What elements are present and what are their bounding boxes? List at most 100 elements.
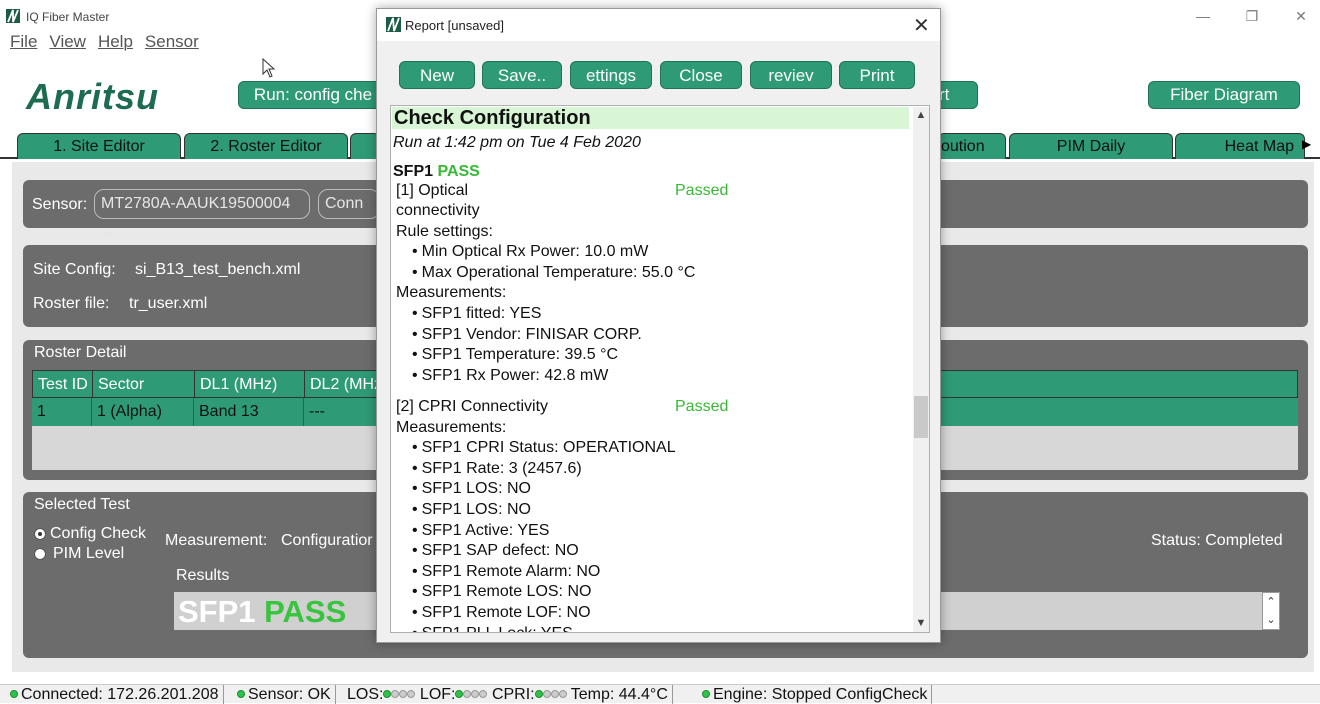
menu-help[interactable]: Help xyxy=(98,32,133,51)
col-test-id[interactable]: Test ID xyxy=(33,371,93,398)
sensor-led-icon xyxy=(237,690,245,698)
results-label: Results xyxy=(176,567,230,584)
dialog-title: Report [unsaved] xyxy=(405,18,505,33)
roster-file-label: Roster file: xyxy=(33,295,110,312)
measurements2-label: Measurements: xyxy=(396,419,507,436)
print-button[interactable]: Print xyxy=(839,61,915,89)
menu-sensor[interactable]: Sensor xyxy=(145,32,199,51)
sensor-label: Sensor: xyxy=(32,196,88,213)
measurement-value: Configuratior xyxy=(281,532,373,549)
list-item: SFP1 Remote Alarm: NO xyxy=(412,563,601,581)
check2-title: [2] CPRI Connectivity xyxy=(396,398,549,415)
roster-file-value: tr_user.xml xyxy=(129,295,208,312)
close-button[interactable]: Close xyxy=(660,61,742,89)
measurements-label: Measurements: xyxy=(396,284,507,301)
menu-file[interactable]: File xyxy=(10,32,37,51)
spin-up-icon[interactable]: ⌃ xyxy=(1263,593,1279,611)
report-dialog: Report [unsaved] ✕ New Save.. ettings Cl… xyxy=(376,8,941,643)
report-view[interactable]: Check Configuration Run at 1:42 pm on Tu… xyxy=(390,105,930,633)
status-engine: Engine: Stopped ConfigCheck xyxy=(698,685,933,704)
restore-icon[interactable]: ❐ xyxy=(1237,8,1267,25)
preview-button[interactable]: reviev xyxy=(750,61,832,89)
report-scrollbar[interactable]: ▲ ▼ xyxy=(913,107,929,632)
list-item: Max Operational Temperature: 55.0 °C xyxy=(412,264,696,282)
menu-bar: File View Help Sensor xyxy=(10,32,211,52)
status-text: Status: Completed xyxy=(1151,532,1283,549)
pim-level-radio[interactable] xyxy=(34,548,46,560)
tab-heat-map[interactable]: Heat Map xyxy=(1175,133,1305,159)
connect-button[interactable]: Conn xyxy=(318,189,380,219)
list-item: SFP1 SAP defect: NO xyxy=(412,542,579,560)
site-config-label: Site Config: xyxy=(33,261,116,278)
cell-dl1: Band 13 751.0 xyxy=(194,398,304,448)
rule-settings-label: Rule settings: xyxy=(396,223,493,240)
save-button[interactable]: Save.. xyxy=(482,61,562,89)
cell-test-id: 1 xyxy=(32,398,92,426)
scroll-up-icon[interactable]: ▲ xyxy=(913,109,929,121)
cpri-led-icon xyxy=(534,690,543,698)
list-item: SFP1 Rate: 3 (2457.6) xyxy=(412,460,582,478)
connected-led-icon xyxy=(10,690,18,698)
engine-led-icon xyxy=(702,690,710,698)
scroll-thumb[interactable] xyxy=(914,396,928,438)
col-dl1[interactable]: DL1 (MHz) xyxy=(195,371,305,398)
run-config-button[interactable]: Run: config che xyxy=(238,81,388,109)
lof-led-icon xyxy=(455,690,464,698)
selected-test-title: Selected Test xyxy=(34,496,130,513)
roster-detail-title: Roster Detail xyxy=(34,344,127,361)
list-item: SFP1 PLL Lock: YES xyxy=(412,625,573,632)
site-config-value: si_B13_test_bench.xml xyxy=(135,261,301,278)
report-heading: Check Configuration xyxy=(392,107,909,129)
check1-title-a: [1] Optical xyxy=(396,182,469,199)
list-item: SFP1 Vendor: FINISAR CORP. xyxy=(412,326,642,344)
dialog-logo-icon xyxy=(386,17,401,32)
dialog-close-icon[interactable]: ✕ xyxy=(913,13,930,38)
list-item: SFP1 fitted: YES xyxy=(412,305,542,323)
measurement-label: Measurement: xyxy=(165,532,268,549)
tab-pim-daily[interactable]: PIM Daily xyxy=(1009,133,1173,159)
results-spinner[interactable]: ⌃ ⌄ xyxy=(1262,592,1280,630)
pim-level-label[interactable]: PIM Level xyxy=(53,545,124,563)
list-item: SFP1 LOS: NO xyxy=(412,480,531,498)
status-links: LOS: LOF: CPRI: Temp: 44.4°C xyxy=(343,685,673,704)
list-item: SFP1 Active: YES xyxy=(412,522,550,540)
tab-roster-editor[interactable]: 2. Roster Editor xyxy=(184,133,348,159)
list-item: SFP1 Remote LOS: NO xyxy=(412,583,592,601)
status-bar: Connected: 172.26.201.208 Sensor: OK LOS… xyxy=(0,684,1320,704)
tab-site-editor[interactable]: 1. Site Editor xyxy=(17,133,181,159)
report-sfp-pass: PASS xyxy=(437,163,480,180)
status-sensor: Sensor: OK xyxy=(233,685,336,704)
config-check-label[interactable]: Config Check xyxy=(50,525,146,543)
cell-sector: 1 (Alpha) xyxy=(92,398,194,426)
los-led-icon xyxy=(383,690,392,698)
app-logo-icon xyxy=(6,9,20,23)
mouse-cursor-icon xyxy=(262,58,276,78)
list-item: SFP1 Remote LOF: NO xyxy=(412,604,591,622)
check1-title-b: connectivity xyxy=(396,202,480,219)
result-text: SFP1 PASS xyxy=(178,594,346,630)
report-run-at: Run at 1:42 pm on Tue 4 Feb 2020 xyxy=(393,134,641,151)
result-pass: PASS xyxy=(264,594,347,629)
fiber-diagram-button[interactable]: Fiber Diagram xyxy=(1148,81,1300,109)
spin-down-icon[interactable]: ⌄ xyxy=(1263,611,1279,629)
settings-button[interactable]: ettings xyxy=(570,61,652,89)
app-window: IQ Fiber Master — ❐ ✕ File View Help Sensor… xyxy=(0,0,1320,704)
new-button[interactable]: New xyxy=(399,61,475,89)
list-item: SFP1 Rx Power: 42.8 mW xyxy=(412,367,609,385)
minimize-icon[interactable]: — xyxy=(1188,8,1218,24)
menu-view[interactable]: View xyxy=(49,32,86,51)
list-item: SFP1 LOS: NO xyxy=(412,501,531,519)
list-item: SFP1 CPRI Status: OPERATIONAL xyxy=(412,439,676,457)
scroll-down-icon[interactable]: ▼ xyxy=(913,617,929,629)
close-window-icon[interactable]: ✕ xyxy=(1286,8,1316,25)
check1-result: Passed xyxy=(675,182,729,199)
dialog-title-bar: Report [unsaved] ✕ xyxy=(377,9,940,41)
sensor-select[interactable]: MT2780A-AAUK19500004 ⌄ xyxy=(94,189,310,240)
tab-scroll-right-icon[interactable]: ▶ xyxy=(1302,137,1311,151)
report-sfp-summary: SFP1 PASS xyxy=(393,163,480,180)
status-connected: Connected: 172.26.201.208 xyxy=(6,685,224,704)
list-item: Min Optical Rx Power: 10.0 mW xyxy=(412,243,649,261)
tab-distribution[interactable]: oution xyxy=(938,133,1006,159)
col-sector[interactable]: Sector xyxy=(93,371,195,398)
config-check-radio[interactable] xyxy=(34,528,46,540)
